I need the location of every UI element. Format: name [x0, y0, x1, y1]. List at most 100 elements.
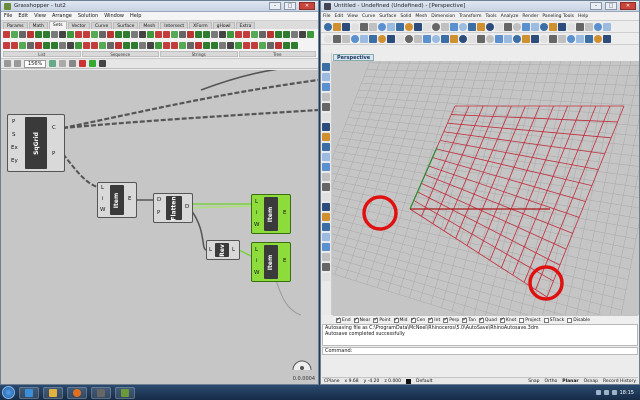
component-icon[interactable]	[299, 31, 306, 38]
component-icon[interactable]	[171, 41, 178, 49]
osnap-quad[interactable]: Quad	[478, 316, 497, 323]
component-icon[interactable]	[267, 31, 274, 38]
menu-edit[interactable]: Edit	[335, 14, 344, 19]
tool-icon[interactable]	[322, 103, 330, 111]
checkbox-icon[interactable]	[373, 316, 378, 323]
component-icon[interactable]	[123, 31, 130, 38]
tab-curve[interactable]: Curve	[90, 22, 113, 29]
component-icon[interactable]	[67, 31, 74, 38]
tool-icon[interactable]	[322, 253, 330, 261]
toolbar-icon[interactable]	[603, 22, 611, 31]
toolbar-icon[interactable]	[369, 22, 377, 31]
component-icon[interactable]	[275, 41, 282, 49]
component-icon[interactable]	[235, 31, 242, 38]
component-icon[interactable]	[235, 41, 242, 49]
checkbox-icon[interactable]	[410, 316, 416, 323]
input-l[interactable]: L	[255, 199, 258, 205]
menu-mesh[interactable]: Mesh	[415, 14, 427, 19]
component-icon[interactable]	[179, 41, 186, 49]
osnap-toggle[interactable]: Osnap	[584, 379, 598, 384]
toolbar-icon[interactable]	[522, 22, 530, 31]
menu-file[interactable]: File	[4, 13, 12, 19]
sqgrid-node[interactable]: SqGrid P S Ex Ey C P	[7, 114, 65, 172]
menu-view[interactable]: View	[347, 14, 358, 19]
close-button[interactable]: ✕	[299, 2, 315, 10]
menu-window[interactable]: Window	[104, 13, 124, 19]
component-icon[interactable]	[163, 41, 170, 49]
list-item-node[interactable]: Item L i W E	[251, 194, 291, 234]
menu-help[interactable]: Help	[578, 14, 588, 19]
input-ex[interactable]: Ex	[11, 145, 18, 151]
component-icon[interactable]	[43, 31, 50, 38]
component-icon[interactable]	[291, 31, 298, 38]
toolbar-icon[interactable]	[486, 34, 494, 43]
toolbar-icon[interactable]	[324, 34, 332, 43]
save-file-icon[interactable]	[14, 60, 21, 67]
component-icon[interactable]	[131, 31, 138, 38]
toolbar-icon[interactable]	[432, 22, 440, 31]
tool-icon[interactable]	[322, 183, 330, 191]
toolbar-icon[interactable]	[396, 22, 404, 31]
menu-transform[interactable]: Transform	[459, 14, 481, 19]
tool-icon[interactable]	[322, 123, 330, 131]
component-icon[interactable]	[187, 31, 194, 38]
toolbar-icon[interactable]	[558, 34, 566, 43]
component-icon[interactable]	[187, 41, 194, 49]
group-tree[interactable]: Tree	[238, 51, 316, 57]
osnap-end[interactable]: End	[336, 316, 351, 323]
component-icon[interactable]	[251, 31, 258, 38]
component-icon[interactable]	[139, 31, 146, 38]
perspective-viewport[interactable]	[321, 55, 639, 362]
toolbar-icon[interactable]	[477, 22, 485, 31]
osnap-int[interactable]: Int	[428, 316, 440, 323]
component-icon[interactable]	[99, 31, 106, 38]
menu-curve[interactable]: Curve	[362, 14, 375, 19]
toolbar-icon[interactable]	[540, 34, 548, 43]
component-icon[interactable]	[35, 41, 42, 49]
toolbar-icon[interactable]	[441, 34, 449, 43]
toolbar-icon[interactable]	[432, 34, 440, 43]
network-icon[interactable]	[595, 390, 601, 395]
component-icon[interactable]	[243, 41, 250, 49]
toolbar-icon[interactable]	[351, 34, 359, 43]
output-c[interactable]: C	[52, 125, 56, 131]
toolbar-icon[interactable]	[585, 22, 593, 31]
component-icon[interactable]	[19, 41, 26, 49]
output-p[interactable]: P	[52, 151, 55, 157]
flatten-node[interactable]: Flatten D P D	[153, 193, 193, 223]
component-icon[interactable]	[243, 31, 250, 38]
tab-math[interactable]: Math	[28, 22, 48, 29]
toolbar-icon[interactable]	[486, 22, 494, 31]
start-button[interactable]	[2, 386, 15, 399]
input-s[interactable]: S	[12, 132, 16, 138]
input-p[interactable]: P	[12, 119, 15, 125]
osnap-tan[interactable]: Tan	[462, 316, 476, 323]
component-icon[interactable]	[99, 41, 106, 49]
tab-sets[interactable]: Sets	[48, 21, 67, 29]
navigation-compass-icon[interactable]	[291, 356, 313, 372]
reverse-node[interactable]: Rev L L	[206, 240, 240, 260]
toolbar-icon[interactable]	[450, 34, 458, 43]
toolbar-icon[interactable]	[567, 22, 575, 31]
toolbar-icon[interactable]	[405, 22, 413, 31]
component-icon[interactable]	[283, 41, 290, 49]
toolbar-icon[interactable]	[333, 22, 341, 31]
toolbar-icon[interactable]	[540, 22, 548, 31]
component-icon[interactable]	[115, 41, 122, 49]
close-button[interactable]: ✕	[620, 2, 636, 10]
component-icon[interactable]	[75, 31, 82, 38]
toolbar-icon[interactable]	[360, 22, 368, 31]
toolbar-icon[interactable]	[342, 34, 350, 43]
taskbar-explorer-button[interactable]	[43, 386, 63, 399]
osnap-point[interactable]: Point	[373, 316, 391, 323]
menu-view[interactable]: View	[34, 13, 46, 19]
checkbox-icon[interactable]	[443, 316, 448, 323]
toolbar-icon[interactable]	[468, 34, 476, 43]
tab-intersect[interactable]: Intersect	[160, 22, 189, 29]
open-file-icon[interactable]	[4, 60, 11, 67]
list-item-node[interactable]: Item L i W E	[97, 182, 137, 218]
toolbar-icon[interactable]	[441, 22, 449, 31]
tool-icon[interactable]	[322, 93, 330, 101]
toolbar-icon[interactable]	[333, 34, 341, 43]
toolbar-icon[interactable]	[576, 22, 584, 31]
